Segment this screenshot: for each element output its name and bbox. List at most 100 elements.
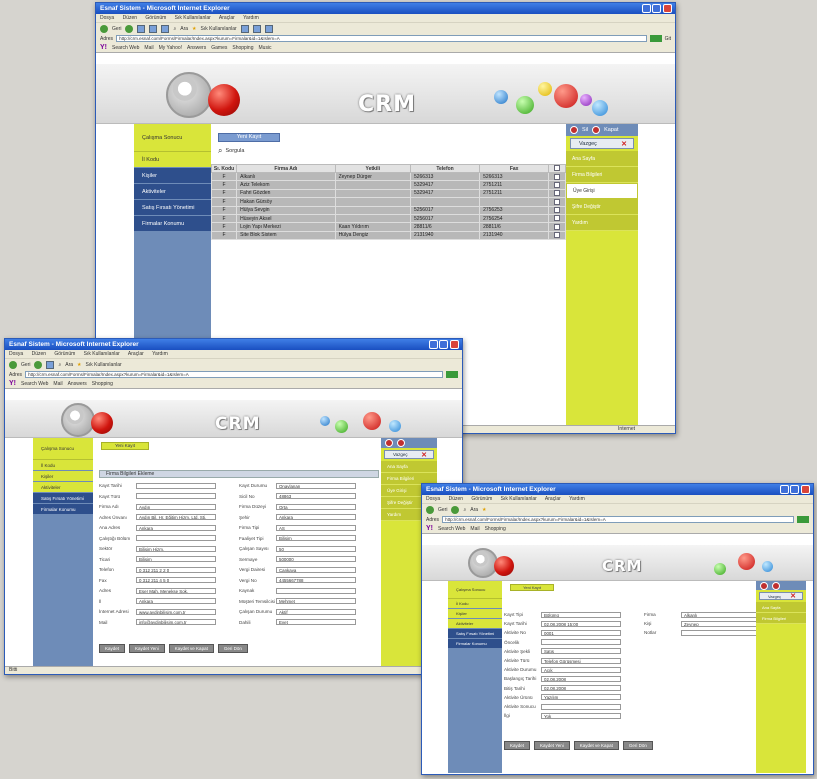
menu-aktiviteler[interactable]: Aktiviteler (134, 184, 211, 200)
save-button[interactable]: Kaydet (504, 741, 531, 750)
forward-icon[interactable] (125, 24, 134, 33)
field-input[interactable]: Aydın (136, 503, 216, 510)
cancel-button[interactable]: Vazgeç (384, 450, 434, 459)
cell-firma[interactable]: Aziz Telekom (236, 180, 336, 190)
address-input[interactable]: http://crm.esnaf.com/Forms/Firmalar/Inde… (442, 516, 794, 523)
menu-il-kodu[interactable]: İl Kodu (33, 460, 93, 471)
cancel-button[interactable]: Vazgeç (570, 138, 634, 149)
go-button[interactable] (446, 371, 458, 378)
search-icon[interactable]: ⌕ (58, 362, 61, 368)
menu-il-kodu[interactable]: İl Kodu (134, 152, 211, 168)
right-menu-help[interactable]: Yardım (566, 215, 638, 231)
go-button[interactable] (797, 516, 809, 523)
yahoo-search-button[interactable]: Search Web (21, 381, 48, 387)
row-checkbox[interactable] (554, 173, 561, 180)
row-checkbox[interactable] (554, 190, 561, 197)
minimize-button[interactable] (642, 4, 651, 13)
close-page-label[interactable]: Kapat (604, 127, 618, 133)
save-close-button[interactable]: Kaydet ve Kapat (168, 644, 214, 653)
favorites-icon[interactable]: ★ (77, 362, 81, 368)
right-menu-firm[interactable]: Firma Bilgileri (566, 167, 638, 183)
close-button[interactable] (450, 340, 459, 349)
row-checkbox[interactable] (554, 207, 561, 214)
menu-view[interactable]: Görünüm (145, 15, 166, 21)
yahoo-mail-link[interactable]: Mail (470, 526, 479, 532)
favorites-icon[interactable]: ★ (482, 507, 486, 513)
field-input[interactable]: AŞ (276, 524, 356, 531)
mail-icon[interactable] (252, 24, 261, 33)
cell-firma[interactable]: Hülya Sevgin (236, 205, 336, 215)
table-row[interactable]: F Hakan Gürsöy (210, 197, 566, 207)
field-input[interactable]: 48863 (276, 493, 356, 499)
field-input[interactable]: 0001 (541, 629, 621, 636)
menu-satis-firsati[interactable]: Satış Fırsatı Yönetimi (33, 493, 93, 504)
table-row[interactable]: F Hülya Sevgin 5256017 2756253 (210, 205, 566, 215)
favorites-icon[interactable]: ★ (192, 26, 196, 32)
menu-view[interactable]: Görünüm (54, 351, 75, 357)
save-new-button[interactable]: Kaydet Yeni (534, 741, 570, 750)
tab-yeni-kayit[interactable]: Yeni Kayıt (218, 133, 280, 142)
maximize-button[interactable] (439, 340, 448, 349)
field-input[interactable]: www.aydinbilisim.com.tr (136, 608, 216, 615)
menu-satis-firsati[interactable]: Satış Fırsatı Yönetimi (134, 200, 211, 216)
menu-help[interactable]: Yardım (569, 496, 585, 502)
field-input[interactable]: Onaylanan (276, 482, 356, 489)
field-input[interactable]: 50 (276, 545, 356, 552)
table-row[interactable]: F Alkanlı Zeynep Dürger 5266313 5266313 (210, 171, 566, 182)
menu-help[interactable]: Yardım (243, 15, 259, 21)
row-checkbox[interactable] (554, 223, 561, 230)
forward-icon[interactable] (451, 505, 460, 514)
menu-file[interactable]: Dosya (100, 15, 114, 21)
history-icon[interactable] (240, 24, 249, 33)
table-row[interactable]: F Site Blok Sistem Hülya Dengiz 2131940 2131… (210, 230, 566, 241)
yahoo-my-link[interactable]: My Yahoo! (159, 45, 182, 51)
yahoo-search-button[interactable]: Search Web (112, 45, 139, 51)
refresh-icon[interactable] (46, 360, 55, 369)
back-icon[interactable] (100, 24, 108, 33)
close-page-icon[interactable] (772, 581, 780, 590)
field-input[interactable]: Bilişim (276, 535, 356, 541)
stop-icon[interactable] (137, 24, 146, 33)
field-input[interactable]: Aktif (276, 608, 356, 615)
cell-firma[interactable]: Fahri Gözden (236, 188, 336, 199)
delete-icon[interactable] (760, 581, 768, 590)
save-close-button[interactable]: Kaydet ve Kapat (573, 741, 619, 750)
yahoo-mail-link[interactable]: Mail (144, 45, 153, 51)
search-label[interactable]: Ara (470, 507, 478, 513)
search-label[interactable]: Ara (65, 362, 73, 368)
col-firma[interactable]: Firma Adı (236, 164, 336, 173)
field-input[interactable]: Bilişim (136, 556, 216, 562)
field-input[interactable]: Açık (541, 666, 621, 673)
go-button[interactable] (649, 35, 662, 42)
field-input[interactable] (136, 482, 216, 489)
go-label[interactable]: Git (665, 36, 671, 42)
menu-favorites[interactable]: Sık Kullanılanlar (84, 351, 120, 357)
yahoo-logo[interactable]: Y! (9, 380, 16, 387)
menu-favorites[interactable]: Sık Kullanılanlar (175, 15, 211, 21)
field-input[interactable]: Zeynep (681, 620, 761, 627)
field-input[interactable] (681, 629, 761, 636)
field-input[interactable]: Eser Mah. Menekşe Sok. (136, 587, 216, 594)
right-menu-firm[interactable]: Firma Bilgileri (756, 613, 806, 624)
col-fax[interactable]: Fax (479, 164, 550, 173)
field-input[interactable]: 02.08.2008 (541, 675, 621, 682)
back-label[interactable]: Geri (21, 362, 30, 368)
home-icon[interactable] (161, 24, 170, 33)
row-checkbox[interactable] (554, 198, 561, 205)
yahoo-shopping-link[interactable]: Shopping (92, 381, 113, 387)
field-input[interactable]: Bölümü (541, 611, 621, 618)
field-input[interactable] (136, 493, 216, 499)
menu-tools[interactable]: Araçlar (219, 15, 235, 21)
menu-edit[interactable]: Düzen (449, 496, 463, 502)
maximize-button[interactable] (652, 4, 661, 13)
menu-edit[interactable]: Düzen (32, 351, 46, 357)
save-new-button[interactable]: Kaydet Yeni (129, 644, 165, 653)
address-input[interactable]: http://crm.esnaf.com/Forms/Firmalar/Inde… (116, 35, 647, 42)
menu-aktiviteler[interactable]: Aktiviteler (448, 619, 502, 629)
back-icon[interactable] (9, 360, 17, 369)
print-icon[interactable] (264, 24, 273, 33)
field-input[interactable]: Çankaya (276, 566, 356, 573)
menu-firmalar[interactable]: Firmalar Konumu (448, 639, 502, 649)
table-row[interactable]: F Aziz Telekom 5329417 2751211 (210, 180, 566, 190)
field-input[interactable]: Orta (276, 503, 356, 510)
